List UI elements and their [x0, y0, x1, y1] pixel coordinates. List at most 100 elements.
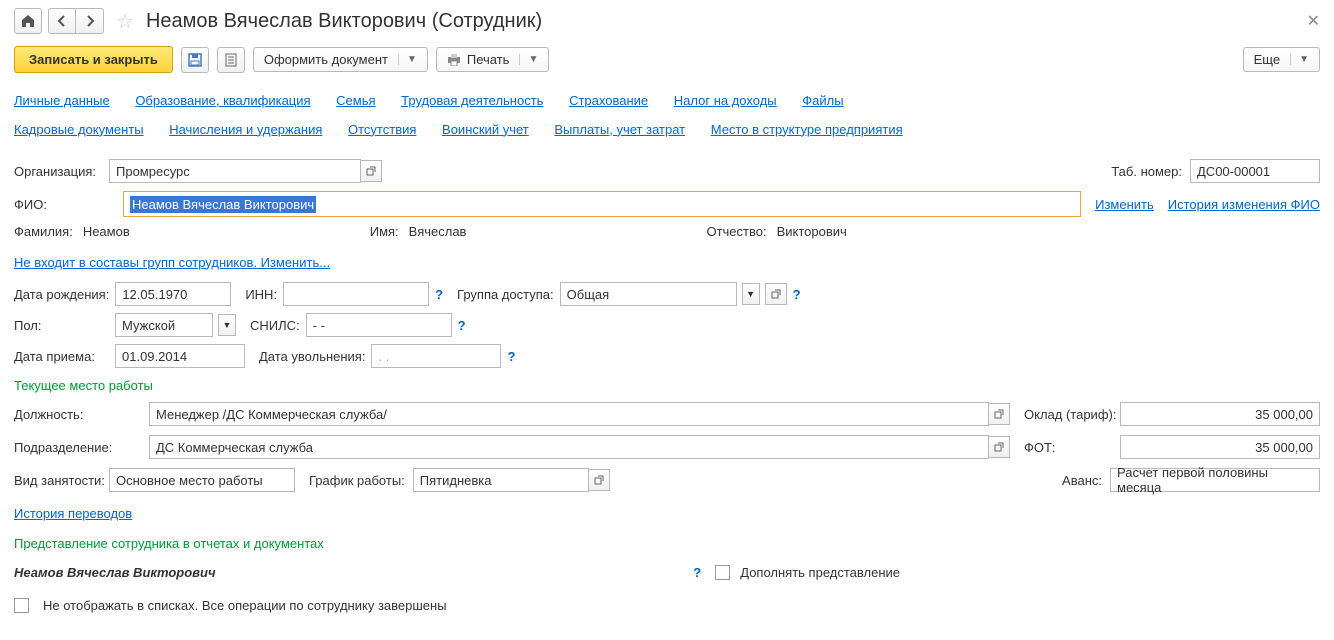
fio-change-link[interactable]: Изменить: [1095, 197, 1154, 212]
nav-absences[interactable]: Отсутствия: [348, 122, 416, 137]
nav-links: Личные данные Образование, квалификация …: [14, 87, 1320, 144]
access-group-input[interactable]: Общая: [560, 282, 737, 306]
position-input[interactable]: Менеджер /ДС Коммерческая служба/: [149, 402, 989, 426]
fio-label: ФИО:: [14, 197, 109, 212]
nav-files[interactable]: Файлы: [802, 93, 843, 108]
groups-link[interactable]: Не входит в составы групп сотрудников. И…: [14, 255, 330, 270]
employment-label: Вид занятости:: [14, 473, 109, 488]
access-group-label: Группа доступа:: [457, 287, 554, 302]
representation-value: Неамов Вячеслав Викторович: [14, 565, 216, 580]
forward-button[interactable]: [76, 8, 104, 34]
close-button[interactable]: ✕: [1307, 11, 1320, 31]
division-input[interactable]: ДС Коммерческая служба: [149, 435, 989, 459]
nav-personal[interactable]: Личные данные: [14, 93, 110, 108]
inn-help-icon[interactable]: ?: [435, 287, 443, 302]
open-icon: [594, 475, 604, 485]
gender-input[interactable]: Мужской: [115, 313, 213, 337]
favorite-star-icon[interactable]: ☆: [116, 9, 134, 34]
chevron-down-icon: ▼: [1290, 54, 1309, 65]
nav-tax[interactable]: Налог на доходы: [674, 93, 777, 108]
open-icon: [771, 289, 781, 299]
inn-input[interactable]: [283, 282, 429, 306]
hire-label: Дата приема:: [14, 349, 109, 364]
nav-accruals[interactable]: Начисления и удержания: [169, 122, 322, 137]
gender-dropdown[interactable]: ▼: [218, 314, 236, 336]
nav-education[interactable]: Образование, квалификация: [135, 93, 310, 108]
firstname-label: Имя:: [370, 224, 399, 239]
save-close-button[interactable]: Записать и закрыть: [14, 46, 173, 73]
extend-label: Дополнять представление: [740, 565, 900, 580]
nav-payments[interactable]: Выплаты, учет затрат: [554, 122, 685, 137]
open-icon: [366, 166, 376, 176]
salary-input[interactable]: 35 000,00: [1120, 402, 1320, 426]
schedule-input[interactable]: Пятидневка: [413, 468, 589, 492]
position-picker[interactable]: [988, 403, 1010, 425]
org-label: Организация:: [14, 164, 109, 179]
position-label: Должность:: [14, 407, 149, 422]
fire-input[interactable]: . .: [371, 344, 501, 368]
schedule-label: График работы:: [309, 473, 405, 488]
birth-label: Дата рождения:: [14, 287, 109, 302]
extend-checkbox[interactable]: [715, 565, 730, 580]
advance-input[interactable]: Расчет первой половины месяца: [1110, 468, 1320, 492]
chevron-down-icon: ▼: [398, 54, 417, 65]
print-button[interactable]: Печать ▼: [436, 47, 550, 72]
fot-label: ФОТ:: [1024, 440, 1120, 455]
gender-label: Пол:: [14, 318, 109, 333]
firstname-value: Вячеслав: [409, 224, 467, 239]
repr-help-icon[interactable]: ?: [693, 565, 701, 580]
nav-family[interactable]: Семья: [336, 93, 375, 108]
snils-help-icon[interactable]: ?: [458, 318, 466, 333]
save-button[interactable]: [181, 47, 209, 73]
nav-hr-docs[interactable]: Кадровые документы: [14, 122, 144, 137]
workplace-title: Текущее место работы: [14, 378, 1320, 393]
floppy-icon: [188, 53, 202, 67]
tabno-input[interactable]: ДС00-00001: [1190, 159, 1320, 183]
snils-label: СНИЛС:: [250, 318, 300, 333]
tabno-label: Таб. номер:: [1111, 164, 1182, 179]
salary-label: Оклад (тариф):: [1024, 407, 1120, 422]
schedule-picker[interactable]: [588, 469, 610, 491]
report-button[interactable]: [217, 47, 245, 73]
surname-value: Неамов: [83, 224, 130, 239]
arrow-left-icon: [56, 15, 68, 27]
open-icon: [994, 409, 1004, 419]
nav-insurance[interactable]: Страхование: [569, 93, 648, 108]
hide-label: Не отображать в списках. Все операции по…: [43, 598, 447, 613]
access-group-dropdown[interactable]: ▼: [742, 283, 760, 305]
nav-military[interactable]: Воинский учет: [442, 122, 529, 137]
patronym-value: Викторович: [777, 224, 847, 239]
division-label: Подразделение:: [14, 440, 149, 455]
org-input[interactable]: Промресурс: [109, 159, 361, 183]
page-title: Неамов Вячеслав Викторович (Сотрудник): [146, 10, 542, 33]
document-icon: [224, 53, 238, 67]
representation-title: Представление сотрудника в отчетах и док…: [14, 536, 1320, 551]
home-button[interactable]: [14, 8, 42, 34]
fio-input[interactable]: Неамов Вячеслав Викторович: [123, 191, 1081, 217]
printer-icon: [447, 54, 461, 66]
transfer-history-link[interactable]: История переводов: [14, 506, 132, 521]
fio-history-link[interactable]: История изменения ФИО: [1168, 197, 1320, 212]
employment-input[interactable]: Основное место работы: [109, 468, 295, 492]
arrow-right-icon: [84, 15, 96, 27]
open-icon: [994, 442, 1004, 452]
back-button[interactable]: [48, 8, 76, 34]
surname-label: Фамилия:: [14, 224, 73, 239]
inn-label: ИНН:: [245, 287, 277, 302]
hide-checkbox[interactable]: [14, 598, 29, 613]
create-document-button[interactable]: Оформить документ ▼: [253, 47, 428, 72]
snils-input[interactable]: - -: [306, 313, 452, 337]
hire-input[interactable]: 01.09.2014: [115, 344, 245, 368]
org-picker-button[interactable]: [360, 160, 382, 182]
nav-structure[interactable]: Место в структуре предприятия: [711, 122, 903, 137]
patronym-label: Отчество:: [706, 224, 766, 239]
home-icon: [21, 14, 35, 28]
fire-help-icon[interactable]: ?: [507, 349, 515, 364]
more-button[interactable]: Еще ▼: [1243, 47, 1320, 72]
nav-labor[interactable]: Трудовая деятельность: [401, 93, 543, 108]
access-group-picker[interactable]: [765, 283, 787, 305]
access-help-icon[interactable]: ?: [793, 287, 801, 302]
birth-input[interactable]: 12.05.1970: [115, 282, 231, 306]
division-picker[interactable]: [988, 436, 1010, 458]
fot-input[interactable]: 35 000,00: [1120, 435, 1320, 459]
